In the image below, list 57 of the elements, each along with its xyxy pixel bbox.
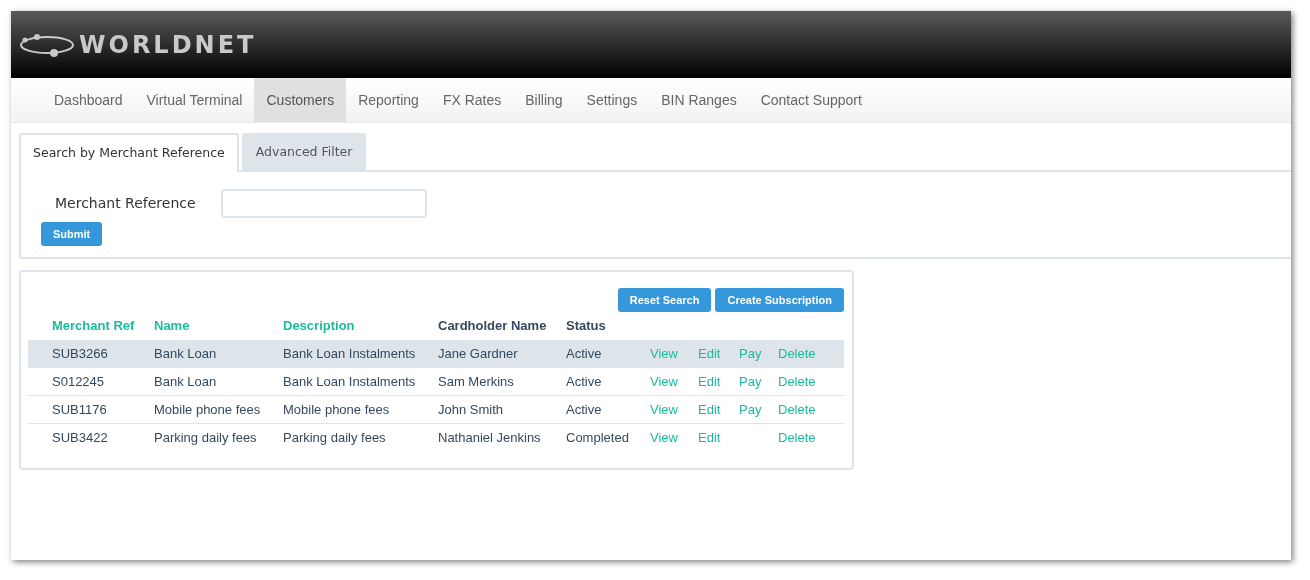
table-cell-text: Mobile phone fees	[283, 400, 390, 419]
nav-item[interactable]: Contact Support	[748, 78, 874, 122]
table-cell-text: Sam Merkins	[438, 372, 514, 391]
field-label: Merchant Reference	[54, 193, 197, 213]
table-cell-text: SUB1176	[52, 400, 107, 419]
table-cell-text: Mobile phone fees	[154, 400, 261, 419]
merchant-reference-field[interactable]	[221, 188, 427, 218]
tab[interactable]: Search by Merchant Reference	[19, 133, 239, 172]
table-cell-text: Active	[566, 372, 602, 391]
edit-link[interactable]: Edit	[698, 343, 721, 363]
submit-button[interactable]: Submit	[41, 221, 103, 247]
nav-item[interactable]: Customers	[254, 78, 347, 122]
column-header[interactable]: Merchant Ref	[52, 312, 135, 340]
nav-item[interactable]: BIN Ranges	[649, 78, 749, 122]
column-header: Cardholder Name	[438, 317, 547, 336]
nav-item[interactable]: Reporting	[346, 78, 431, 122]
table-cell-text: Bank Loan Instalments	[283, 372, 416, 391]
table-cell-text: Active	[566, 400, 602, 419]
table-cell-text: SUB3422	[52, 429, 108, 447]
pay-link[interactable]: Pay	[739, 343, 762, 363]
nav-item[interactable]: Virtual Terminal	[134, 78, 255, 122]
table-cell-text: Jane Gardner	[438, 344, 518, 363]
table-cell-text: Parking daily fees	[283, 429, 386, 447]
delete-link[interactable]: Delete	[778, 371, 816, 391]
delete-link[interactable]: Delete	[778, 428, 816, 448]
column-header: Status	[566, 317, 606, 336]
edit-link[interactable]: Edit	[698, 371, 721, 391]
create-button[interactable]: Create Subscription	[715, 287, 844, 313]
table-cell-text: Parking daily fees	[154, 429, 257, 447]
table-cell-text: SUB3266	[52, 344, 108, 363]
edit-link[interactable]: Edit	[698, 399, 721, 419]
reset-button[interactable]: Reset Search	[617, 287, 712, 313]
view-link[interactable]: View	[650, 371, 678, 391]
table-cell-text: Nathaniel Jenkins	[438, 429, 541, 447]
column-header[interactable]: Name	[154, 312, 190, 340]
nav-item[interactable]: FX Rates	[430, 78, 514, 122]
tab[interactable]: Advanced Filter	[241, 133, 367, 170]
table-cell-text: Completed	[566, 429, 629, 447]
brand-name: WORLDNET	[79, 29, 257, 61]
pay-link[interactable]: Pay	[739, 399, 762, 419]
pay-link[interactable]: Pay	[739, 371, 762, 391]
delete-link[interactable]: Delete	[778, 343, 816, 363]
table-cell-text: Bank Loan Instalments	[283, 344, 416, 363]
view-link[interactable]: View	[650, 343, 678, 363]
table-cell-text: Bank Loan	[154, 344, 217, 363]
view-link[interactable]: View	[650, 399, 678, 419]
nav-item[interactable]: Settings	[574, 78, 650, 122]
nav-item[interactable]: Dashboard	[42, 78, 135, 122]
table-cell-text: Active	[566, 344, 602, 363]
edit-link[interactable]: Edit	[698, 428, 721, 448]
delete-link[interactable]: Delete	[778, 399, 816, 419]
column-header[interactable]: Description	[283, 312, 355, 340]
nav-item[interactable]: Billing	[513, 78, 575, 122]
table-cell-text: John Smith	[438, 400, 504, 419]
table-cell-text: S012245	[52, 372, 105, 391]
table-cell-text: Bank Loan	[154, 372, 217, 391]
view-link[interactable]: View	[650, 428, 678, 448]
